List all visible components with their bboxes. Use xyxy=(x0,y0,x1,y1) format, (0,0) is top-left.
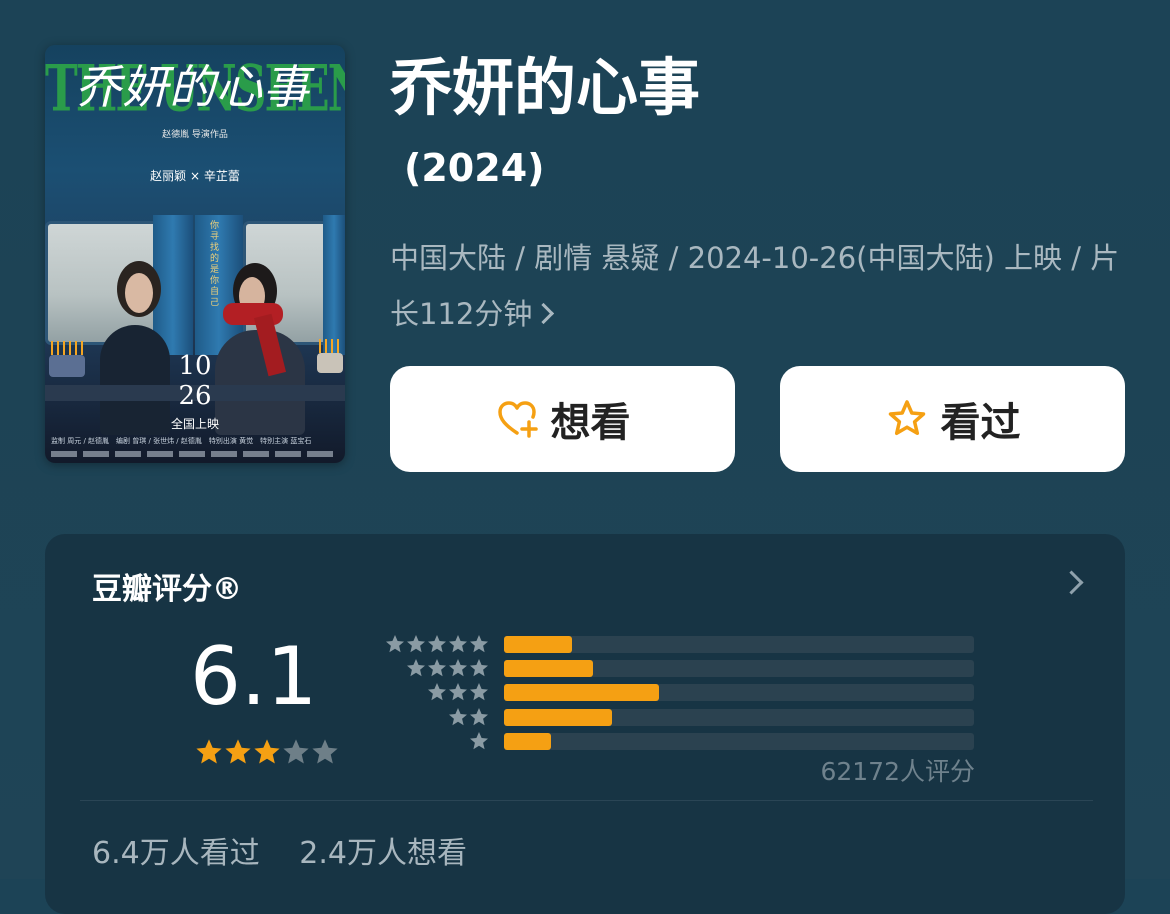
star-small-icon xyxy=(470,683,488,701)
distribution-bar-track xyxy=(504,660,974,678)
star-small-icon xyxy=(470,635,488,653)
poster-candles-right xyxy=(319,339,341,353)
poster-credits: 监制 周元 / 赵德胤 编剧 曾琪 / 张世炜 / 赵德胤 特别出演 黄觉 特别… xyxy=(51,437,312,445)
star-filled-icon xyxy=(225,739,251,764)
rating-count: 62172人评分 xyxy=(820,757,975,786)
poster-title-art: 乔妍的心事 xyxy=(75,60,310,114)
distribution-row-1-star xyxy=(384,731,979,753)
score-stars xyxy=(195,738,340,770)
star-filled-icon xyxy=(254,739,280,764)
star-empty-icon xyxy=(283,739,309,764)
distribution-bar-fill xyxy=(504,732,551,750)
distribution-star-label xyxy=(405,658,489,680)
watched-label: 看过 xyxy=(940,400,1021,446)
movie-title: 乔妍的心事 xyxy=(390,51,701,124)
distribution-star-label xyxy=(468,731,489,753)
want-count[interactable]: 2.4万人想看 xyxy=(299,836,467,871)
rating-section-title: 豆瓣评分® xyxy=(92,572,242,607)
star-empty-icon xyxy=(312,739,338,764)
movie-meta-text: 中国大陆 / 剧情 悬疑 / 2024-10-26(中国大陆) 上映 / 片长1… xyxy=(390,241,1120,331)
distribution-star-label xyxy=(447,707,489,729)
watch-stats: 6.4万人看过 2.4万人想看 xyxy=(92,828,497,872)
chevron-right-icon xyxy=(533,302,555,325)
star-small-icon xyxy=(470,659,488,677)
heart-plus-icon xyxy=(497,401,538,438)
distribution-row-2-star xyxy=(384,707,979,729)
poster-figure-left-face xyxy=(125,273,153,313)
distribution-star-label xyxy=(384,634,489,656)
star-small-icon xyxy=(470,707,488,725)
distribution-row-3-star xyxy=(384,682,979,704)
movie-meta-info[interactable]: 中国大陆 / 剧情 悬疑 / 2024-10-26(中国大陆) 上映 / 片长1… xyxy=(390,230,1130,342)
poster-cake-right xyxy=(317,353,343,373)
star-small-icon xyxy=(449,635,467,653)
poster-cake-left xyxy=(49,355,85,377)
poster-curtain xyxy=(323,215,345,355)
distribution-bar-fill xyxy=(504,660,593,678)
poster-cast-line: 赵丽颖 × 辛芷蕾 xyxy=(150,169,240,183)
poster-vertical-text: 你寻找的是你自己 xyxy=(210,221,220,308)
chevron-right-icon[interactable] xyxy=(1059,570,1084,595)
distribution-row-5-star xyxy=(384,634,979,656)
want-to-watch-button[interactable]: 想看 xyxy=(390,366,735,472)
poster-fine-print xyxy=(51,451,339,457)
distribution-bar-fill xyxy=(504,708,612,726)
distribution-bar-fill xyxy=(504,636,572,653)
star-small-icon xyxy=(470,731,488,749)
movie-year: (2024) xyxy=(404,146,545,190)
star-small-icon xyxy=(428,635,446,653)
poster-release-date: 10 26 xyxy=(165,351,225,411)
star-small-icon xyxy=(449,659,467,677)
poster-candles-left xyxy=(51,341,83,355)
star-small-icon xyxy=(428,683,446,701)
star-small-icon xyxy=(428,659,446,677)
distribution-bar-track xyxy=(504,708,974,726)
poster-red-scarf xyxy=(223,303,283,325)
distribution-bar-track xyxy=(504,684,974,702)
rating-card: 豆瓣评分® 6.1 62172人评分 6.4万人看过 2.4万人想看 xyxy=(45,534,1125,914)
star-small-icon xyxy=(449,683,467,701)
poster-date-day: 26 xyxy=(178,381,212,411)
watched-button[interactable]: 看过 xyxy=(780,366,1125,472)
seen-count[interactable]: 6.4万人看过 xyxy=(92,836,260,871)
distribution-bar-track xyxy=(504,636,974,653)
distribution-star-label xyxy=(426,682,489,704)
poster-date-month: 10 xyxy=(178,351,212,381)
distribution-row-4-star xyxy=(384,658,979,680)
distribution-bar-track xyxy=(504,732,974,750)
poster-director-line: 赵德胤 导演作品 xyxy=(162,130,228,140)
star-filled-icon xyxy=(196,739,222,764)
rating-score: 6.1 xyxy=(190,630,318,723)
divider xyxy=(80,800,1093,801)
star-outline-icon xyxy=(888,400,925,436)
star-small-icon xyxy=(407,659,425,677)
movie-poster[interactable]: THE UNSEEN SISTER 乔妍的心事 赵德胤 导演作品 赵丽颖 × 辛… xyxy=(45,45,345,463)
poster-release-text: 全国上映 xyxy=(170,417,219,431)
distribution-bar-fill xyxy=(504,684,659,702)
star-small-icon xyxy=(449,707,467,725)
star-small-icon xyxy=(407,635,425,653)
star-small-icon xyxy=(386,635,404,653)
want-to-watch-label: 想看 xyxy=(550,400,631,446)
